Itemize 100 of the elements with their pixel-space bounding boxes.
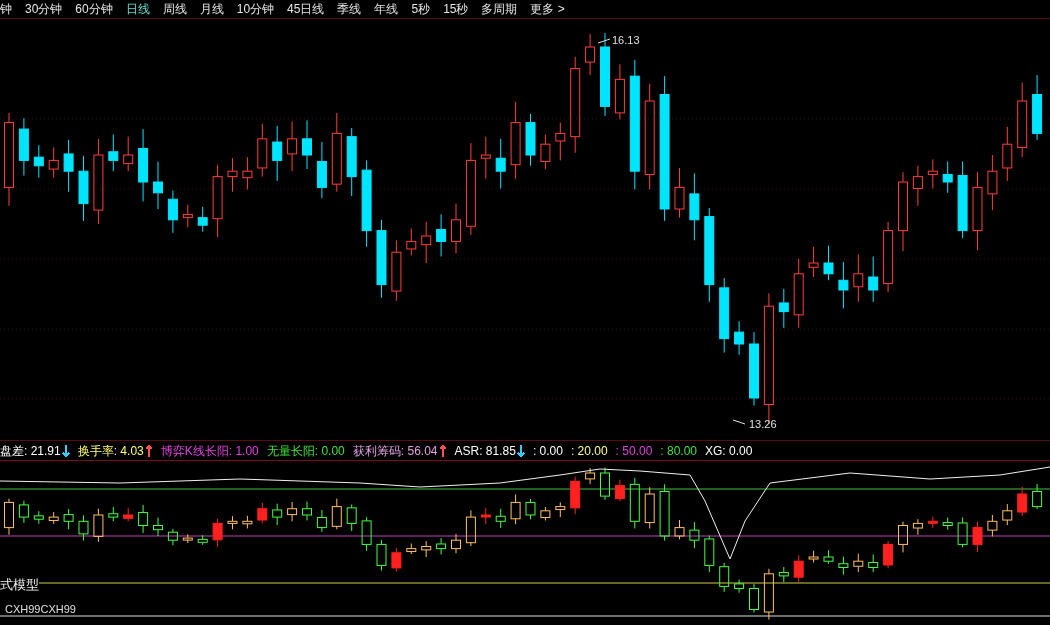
- candlestick: [749, 583, 759, 613]
- period-tab[interactable]: 月线: [199, 3, 224, 15]
- candlestick: [808, 550, 819, 563]
- candlestick: [555, 122, 566, 161]
- candlestick: [287, 501, 298, 522]
- candlestick: [376, 539, 387, 571]
- indicator-readout: XG: 0.00: [705, 444, 753, 457]
- candlestick: [108, 134, 119, 172]
- candlestick: [1017, 486, 1028, 517]
- candlestick: [436, 213, 447, 257]
- candlestick: [793, 554, 804, 583]
- candlestick: [555, 501, 566, 518]
- candlestick: [212, 518, 223, 548]
- candlestick: [33, 144, 44, 179]
- period-tab[interactable]: 30分钟: [25, 3, 63, 15]
- period-tab[interactable]: 15秒: [443, 3, 469, 15]
- candlestick: [123, 507, 134, 522]
- candlestick: [898, 521, 908, 553]
- candlestick: [674, 167, 685, 219]
- candlestick: [1032, 483, 1043, 510]
- candlestick: [763, 568, 774, 621]
- candlestick: [316, 141, 327, 199]
- period-tab[interactable]: 年线: [374, 3, 399, 15]
- candlestick: [227, 515, 238, 530]
- indicator-readout: 盘差: 21.91: [0, 444, 61, 457]
- candlestick: [182, 533, 193, 544]
- candlestick: [63, 139, 74, 193]
- period-tab[interactable]: 60分钟: [75, 3, 113, 15]
- candlestick: [510, 493, 521, 525]
- period-tab[interactable]: 多周期: [481, 3, 518, 15]
- indicator-readout: 博弈K线长阳: 1.00: [160, 444, 259, 457]
- candlestick: [272, 503, 283, 526]
- period-tab[interactable]: 45日线: [287, 3, 325, 15]
- formula-label: CXH99CXH99: [5, 602, 76, 617]
- candlestick: [883, 540, 894, 569]
- period-tab[interactable]: 周线: [162, 3, 187, 15]
- candlestick: [853, 553, 864, 573]
- candlestick: [525, 113, 536, 167]
- candlestick: [48, 146, 59, 179]
- candlestick: [451, 203, 461, 254]
- candlestick: [331, 498, 342, 530]
- candlestick: [823, 245, 834, 281]
- candlestick: [302, 119, 312, 170]
- candlestick: [272, 125, 283, 182]
- leader-line: [732, 419, 746, 425]
- candlestick: [570, 476, 581, 515]
- candlestick: [197, 534, 208, 546]
- candlestick: [1002, 503, 1013, 526]
- candlestick: [93, 508, 104, 543]
- candlestick: [808, 246, 819, 278]
- candlestick: [78, 155, 89, 222]
- candlestick: [927, 158, 938, 189]
- candlestick: [823, 549, 834, 565]
- period-tab[interactable]: 5秒: [411, 3, 431, 15]
- candlestick: [585, 33, 596, 76]
- candlestick: [406, 543, 417, 555]
- candlestick: [629, 477, 640, 529]
- period-tab[interactable]: 日线: [125, 3, 150, 15]
- period-tab[interactable]: 10分钟: [236, 3, 275, 15]
- candlestick: [734, 320, 745, 356]
- candlestick: [972, 521, 983, 553]
- candlestick: [421, 540, 432, 558]
- candlestick: [167, 190, 178, 234]
- candlestick: [153, 161, 163, 210]
- candlestick: [138, 504, 149, 534]
- candlestick: [674, 519, 685, 540]
- indicator-readout: : 50.00: [615, 444, 653, 457]
- candlestick: [883, 221, 894, 293]
- candlestick: [868, 256, 879, 303]
- candlestick: [734, 579, 745, 594]
- candlestick: [227, 157, 238, 193]
- candlestick: [853, 253, 864, 303]
- period-tab[interactable]: 更多 >: [530, 3, 565, 15]
- indicator-readout: 获利筹码: 56.04: [352, 444, 438, 457]
- indicator-readout: 无量长阳: 0.00: [266, 444, 345, 457]
- candlestick: [957, 517, 968, 548]
- candlestick: [525, 498, 536, 520]
- candlestick: [406, 227, 417, 256]
- candlestick: [540, 134, 551, 170]
- candlestick: [451, 533, 461, 554]
- candlestick: [63, 508, 74, 530]
- period-tab[interactable]: 季线: [337, 3, 362, 15]
- candlestick: [480, 136, 491, 180]
- candlestick: [153, 517, 163, 537]
- candlestick: [346, 504, 357, 532]
- candlestick: [838, 261, 849, 309]
- candlestick: [257, 123, 268, 178]
- candlestick: [987, 514, 998, 537]
- candlestick: [868, 554, 879, 573]
- candlestick: [48, 511, 59, 525]
- candlestick: [495, 138, 506, 189]
- candlestick: [4, 498, 14, 536]
- candlestick: [436, 537, 447, 555]
- candlestick: [704, 535, 715, 573]
- candlestick: [778, 566, 789, 583]
- candlestick: [1032, 74, 1043, 141]
- candlestick: [361, 516, 372, 552]
- low-price-label: 13.26: [749, 417, 777, 432]
- period-tab[interactable]: 钟: [0, 3, 12, 15]
- candlestick: [495, 508, 506, 529]
